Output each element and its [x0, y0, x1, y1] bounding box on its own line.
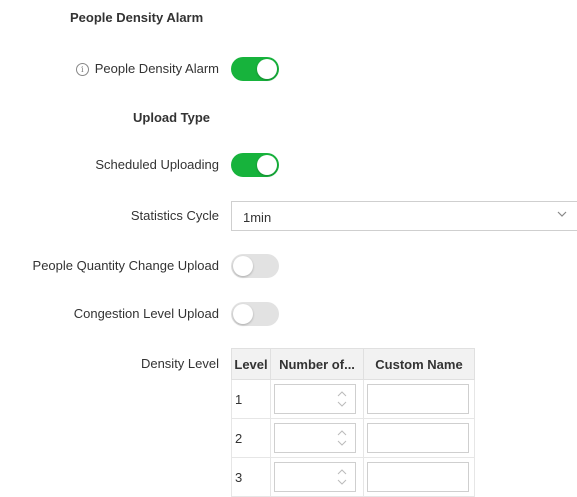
spinner-icon[interactable] [337, 428, 347, 448]
quantity-change-upload-toggle[interactable] [231, 254, 279, 278]
spinner-icon[interactable] [337, 389, 347, 409]
custom-name-input[interactable] [367, 384, 469, 414]
name-cell [363, 418, 475, 458]
chevron-down-icon [557, 211, 567, 217]
custom-name-input[interactable] [367, 462, 469, 492]
density-level-table: Level Number of... Custom Name 1 2 3 [231, 348, 475, 497]
toggle-knob [233, 256, 253, 276]
name-cell [363, 457, 475, 497]
quantity-change-upload-label: People Quantity Change Upload [32, 258, 219, 273]
column-header-custom-name: Custom Name [363, 348, 475, 380]
toggle-knob [257, 155, 277, 175]
number-input[interactable] [274, 423, 356, 453]
table-row: 2 [231, 418, 475, 458]
scheduled-uploading-toggle[interactable] [231, 153, 279, 177]
column-header-number: Number of... [270, 348, 364, 380]
statistics-cycle-value: 1min [243, 210, 272, 225]
number-input[interactable] [274, 384, 356, 414]
info-icon[interactable]: i [75, 63, 89, 76]
level-cell: 1 [231, 379, 271, 419]
table-row: 1 [231, 379, 475, 419]
congestion-upload-toggle[interactable] [231, 302, 279, 326]
level-cell: 2 [231, 418, 271, 458]
density-alarm-toggle[interactable] [231, 57, 279, 81]
section-title: People Density Alarm [70, 10, 204, 25]
scheduled-uploading-label: Scheduled Uploading [95, 157, 219, 172]
number-cell [270, 418, 364, 458]
custom-name-input[interactable] [367, 423, 469, 453]
number-input[interactable] [274, 462, 356, 492]
density-alarm-label-text: People Density Alarm [94, 61, 219, 76]
number-cell [270, 379, 364, 419]
toggle-knob [257, 59, 277, 79]
toggle-knob [233, 304, 253, 324]
statistics-cycle-label: Statistics Cycle [130, 208, 219, 223]
spinner-icon[interactable] [337, 467, 347, 487]
column-header-level: Level [231, 348, 271, 380]
table-row: 3 [231, 457, 475, 497]
number-cell [270, 457, 364, 497]
density-alarm-label: i People Density Alarm [75, 61, 219, 76]
upload-type-title: Upload Type [133, 110, 211, 125]
level-cell: 3 [231, 457, 271, 497]
name-cell [363, 379, 475, 419]
congestion-upload-label: Congestion Level Upload [73, 306, 219, 321]
statistics-cycle-select[interactable]: 1min [231, 201, 577, 231]
density-level-label: Density Level [140, 356, 219, 371]
